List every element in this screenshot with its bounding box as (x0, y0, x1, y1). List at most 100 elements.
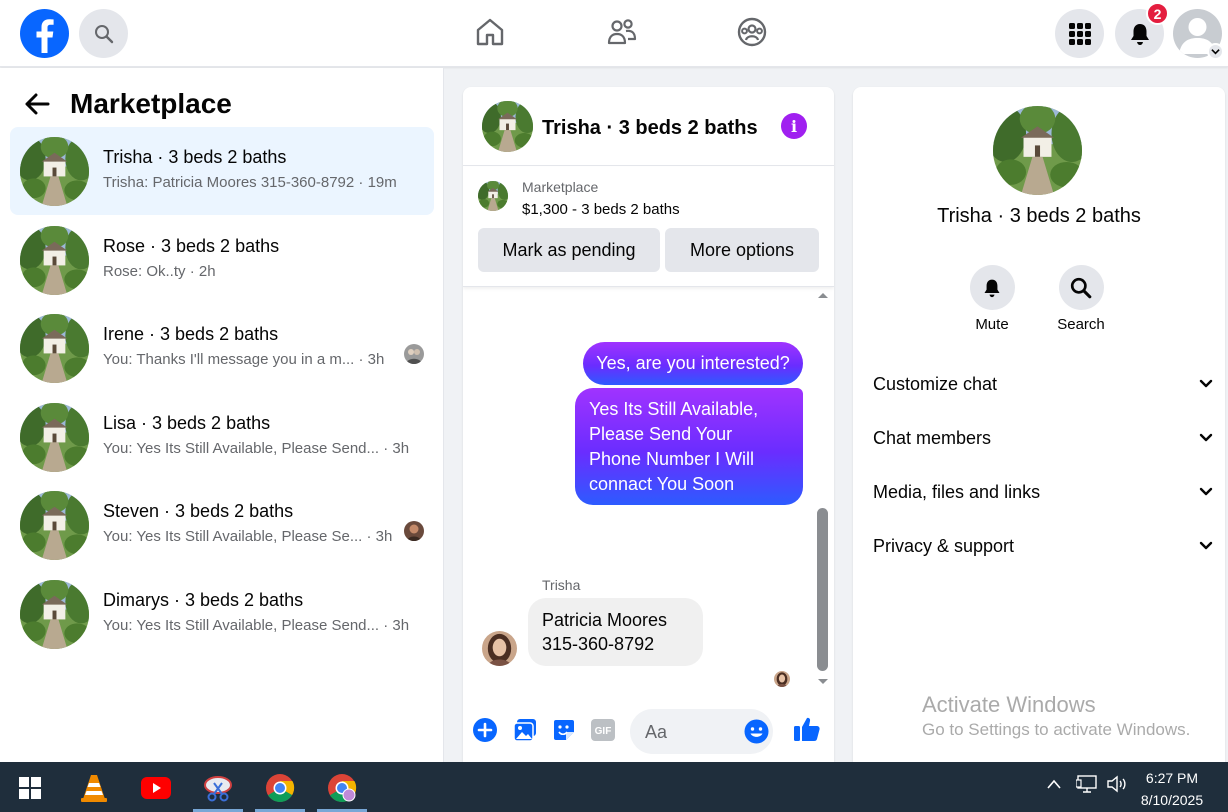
conversation-item[interactable]: Irene · 3 beds 2 baths You: Thanks I'll m… (10, 304, 434, 392)
chrome-profile-taskbar-button[interactable] (324, 770, 360, 806)
watermark-title: Activate Windows (922, 692, 1096, 717)
details-section-row[interactable]: Media, files and links (873, 477, 1213, 507)
conversation-name: Rose · 3 beds 2 baths (103, 235, 280, 256)
conversation-avatar (20, 225, 89, 295)
section-label: Chat members (873, 427, 992, 448)
conversation-item[interactable]: Dimarys · 3 beds 2 baths You: Yes Its Sti… (10, 570, 434, 658)
mute-button[interactable]: Mute (947, 265, 1037, 333)
conversation-snippet: Trisha: Patricia Moores 315-360-8792 · 1… (103, 174, 397, 191)
photo-icon[interactable] (513, 718, 537, 742)
sender-name: Trisha (542, 577, 581, 593)
search-icon (1070, 277, 1092, 298)
outgoing-message[interactable]: Yes, are you interested? (583, 342, 803, 385)
conversation-name: Lisa · 3 beds 2 baths (103, 412, 271, 433)
conversation-name: Trisha · 3 beds 2 baths (103, 147, 287, 167)
listing-card: Marketplace $1,300 - 3 beds 2 baths Mark… (463, 167, 834, 287)
mute-label: Mute (975, 316, 1009, 333)
volume-icon[interactable] (1106, 774, 1128, 794)
menu-button[interactable] (1055, 9, 1104, 58)
message-line: Patricia Moores (542, 610, 668, 630)
conversation-item[interactable]: Trisha · 3 beds 2 baths Trisha: Patricia … (10, 127, 434, 215)
bell-icon (1130, 23, 1149, 45)
clock-time: 6:27 PM (1145, 770, 1199, 786)
message-line: 315-360-8792 (542, 634, 655, 654)
marketplace-inbox: Marketplace Trisha · 3 beds 2 baths Trish… (0, 68, 444, 762)
incoming-message[interactable]: Patricia Moores 315-360-8792 (528, 598, 703, 666)
network-icon[interactable] (1076, 774, 1098, 794)
search-button[interactable] (79, 9, 128, 58)
details-section-row[interactable]: Privacy & support (873, 531, 1213, 561)
listing-detail[interactable]: $1,300 - 3 beds 2 baths (522, 201, 680, 218)
conversation-avatar (20, 402, 89, 472)
youtube-taskbar-button[interactable] (138, 770, 174, 806)
search-in-conversation-button[interactable]: Search (1036, 265, 1126, 333)
more-options-button[interactable]: More options (665, 228, 819, 272)
conversation-snippet: You: Yes Its Still Available, Please Sen… (103, 439, 410, 457)
conversation-snippet: You: Yes Its Still Available, Please Sen… (103, 616, 410, 634)
notification-badge: 2 (1146, 2, 1169, 25)
scroll-down-arrow-icon[interactable] (816, 677, 830, 687)
mark-as-pending-button[interactable]: Mark as pending (478, 228, 660, 272)
search-icon (94, 24, 113, 43)
clock-date: 8/10/2025 (1140, 792, 1204, 808)
message-input[interactable]: Aa (630, 709, 773, 754)
chevron-down-icon (1199, 379, 1213, 388)
outgoing-message[interactable]: Yes Its Still Available, Please Send You… (575, 388, 803, 505)
scissors-icon (204, 776, 232, 802)
details-title: Trisha · 3 beds 2 baths (937, 205, 1141, 227)
chevron-down-icon (1199, 433, 1213, 442)
system-clock[interactable]: 6:27 PM 8/10/2025 (1132, 767, 1212, 811)
conversation-avatar (20, 314, 89, 383)
groups-nav-button[interactable] (734, 14, 770, 50)
gif-icon[interactable]: GIF (590, 718, 616, 742)
sticker-icon[interactable] (552, 718, 576, 742)
conversation-item[interactable]: Steven · 3 beds 2 baths You: Yes Its Stil… (10, 481, 434, 569)
details-avatar[interactable] (993, 106, 1082, 195)
top-navigation-bar: 2 (0, 0, 1228, 67)
friends-nav-button[interactable] (604, 14, 640, 50)
seen-avatar (404, 521, 424, 541)
chevron-down-icon (1211, 49, 1220, 55)
search-label: Search (1057, 316, 1105, 333)
chat-header: Trisha · 3 beds 2 baths i (463, 87, 834, 166)
conversation-item[interactable]: Lisa · 3 beds 2 baths You: Yes Its Still … (10, 393, 434, 481)
chevron-down-icon (1199, 541, 1213, 550)
chevron-down-icon (1199, 487, 1213, 496)
emoji-icon[interactable] (744, 719, 769, 744)
start-button[interactable] (12, 770, 48, 806)
snipping-tool-taskbar-button[interactable] (200, 770, 236, 806)
message-line: connact You Soon (589, 474, 735, 494)
account-dropdown[interactable] (1207, 43, 1224, 60)
thumbs-up-icon[interactable] (793, 715, 821, 743)
friends-icon (607, 19, 637, 45)
message-line: Please Send Your (589, 424, 733, 444)
sender-avatar[interactable] (482, 631, 517, 666)
conversation-name: Steven · 3 beds 2 baths (103, 501, 294, 521)
conversation-item[interactable]: Rose · 3 beds 2 baths Rose: Ok..ty · 2h (10, 216, 434, 304)
chrome-icon (266, 774, 295, 802)
facebook-logo-icon[interactable] (20, 9, 69, 58)
chevron-up-icon[interactable] (1046, 778, 1062, 790)
listing-thumbnail[interactable] (478, 181, 508, 211)
home-nav-button[interactable] (472, 14, 508, 50)
plus-circle-icon[interactable] (473, 718, 497, 742)
chat-avatar[interactable] (482, 101, 533, 152)
windows-logo-icon (19, 777, 41, 799)
details-section-row[interactable]: Customize chat (873, 369, 1213, 399)
conversation-avatar (20, 491, 89, 560)
listing-source: Marketplace (522, 179, 599, 195)
scroll-up-arrow-icon[interactable] (816, 290, 830, 300)
marketplace-header: Marketplace (24, 88, 232, 120)
chat-title[interactable]: Trisha · 3 beds 2 baths (542, 117, 758, 140)
page-title: Marketplace (70, 88, 232, 119)
groups-icon (737, 17, 767, 47)
system-tray (1046, 774, 1128, 794)
chrome-taskbar-button[interactable] (262, 770, 298, 806)
seen-avatar (404, 344, 424, 364)
info-icon[interactable]: i (781, 113, 807, 139)
conversation-name: Dimarys · 3 beds 2 baths (103, 589, 304, 610)
scrollbar-thumb[interactable] (817, 508, 828, 671)
details-section-row[interactable]: Chat members (873, 423, 1213, 453)
back-arrow-icon[interactable] (24, 93, 50, 115)
vlc-taskbar-button[interactable] (76, 770, 112, 806)
